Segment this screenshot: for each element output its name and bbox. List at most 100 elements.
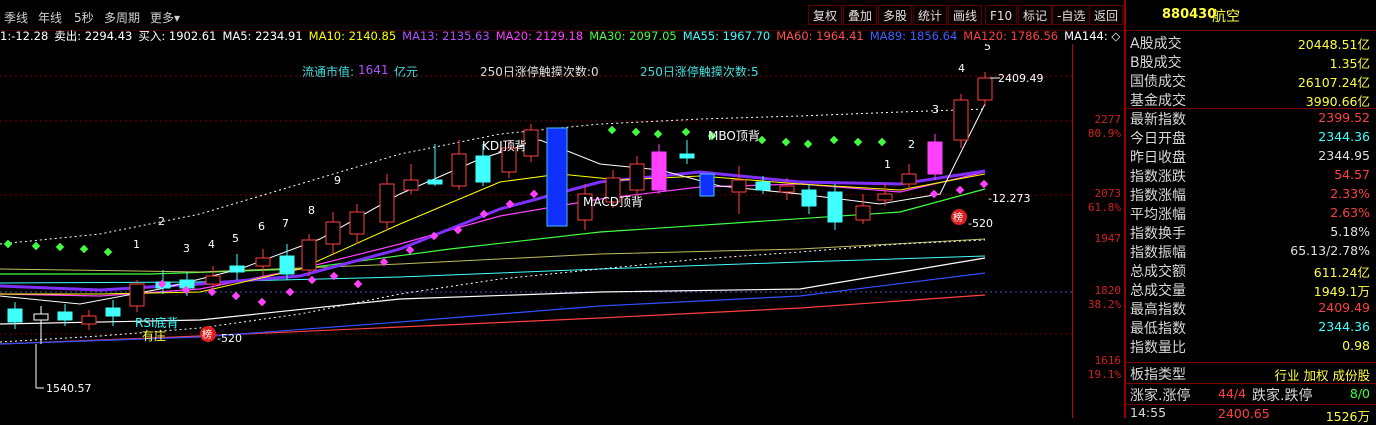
tab-year[interactable]: 年线 — [38, 9, 62, 26]
kline-chart-area[interactable]: 季线 年线 5秒 多周期 更多▾ 复权 叠加 多股 统计 画线 F10 标记 -… — [0, 0, 1124, 418]
stat-value: 2344.36 — [1318, 319, 1370, 334]
candle-body — [349, 211, 365, 235]
sequence-number: 3 — [932, 103, 939, 116]
stat-value: 54.57 — [1334, 167, 1370, 182]
sequence-number: 9 — [334, 174, 341, 187]
statistics-button[interactable]: 统计 — [913, 5, 948, 25]
macd-top-label: MACD顶背 — [583, 195, 643, 209]
back-button[interactable]: 返回 — [1089, 5, 1124, 25]
ma-legend-item: MA120: 1786.56 — [963, 29, 1059, 43]
signal-dot — [877, 137, 887, 147]
stat-label: 最低指数 — [1130, 321, 1186, 337]
adjust-button[interactable]: 复权 — [808, 5, 843, 25]
signal-dot — [653, 129, 663, 139]
sequence-number: 4 — [958, 62, 965, 75]
watchlist-button[interactable]: -自选 — [1052, 5, 1091, 25]
f10-button[interactable]: F10 — [985, 5, 1018, 25]
candle-body — [679, 153, 695, 159]
tab-quarter[interactable]: 季线 — [4, 9, 28, 26]
ma-legend-item: MA13: 2135.63 — [402, 29, 490, 43]
sequence-number: 1 — [884, 158, 891, 171]
stat-label: A股成交 — [1130, 36, 1182, 52]
rank-value-left: -520 — [217, 332, 242, 345]
sequence-number: 2 — [158, 215, 165, 228]
tab-5s[interactable]: 5秒 — [74, 9, 94, 26]
stat-label: 最高指数 — [1130, 302, 1186, 318]
ma-legend-item: 买入: 1902.61 — [138, 29, 217, 43]
signal-dot — [929, 189, 939, 199]
stat-row: 今日开盘 2344.36 — [1128, 128, 1374, 147]
rank-badge-right-text: 榜 — [953, 211, 963, 224]
sequence-number: 8 — [308, 204, 315, 217]
signal-dot — [529, 189, 539, 199]
signal-dot — [829, 135, 839, 145]
signal-dot — [31, 241, 41, 251]
signal-dot — [631, 127, 641, 137]
tick-row: 14:55 2400.65 1526万 — [1128, 405, 1374, 424]
board-type-label: 板指类型 — [1130, 367, 1186, 383]
mbo-top-label: MBO顶背 — [708, 129, 760, 143]
low-value-label: 1540.57 — [46, 382, 92, 395]
sequence-number: 1 — [133, 238, 140, 251]
tab-more[interactable]: 更多▾ — [150, 9, 180, 26]
axis-percent-label: 80.9% — [1087, 127, 1121, 140]
top-toolbar: 季线 年线 5秒 多周期 更多▾ 复权 叠加 多股 统计 画线 F10 标记 -… — [0, 0, 1124, 31]
axis-percent-label: 61.8% — [1087, 201, 1121, 214]
draw-line-button[interactable]: 画线 — [948, 5, 983, 25]
chevron-down-icon: ▾ — [174, 11, 181, 25]
candle-body — [755, 181, 771, 191]
candle-body — [877, 193, 893, 201]
stat-value: 2409.49 — [1318, 300, 1370, 315]
stat-row: 平均涨幅 2.63% — [1128, 204, 1374, 223]
rise-value: 44/4 — [1218, 386, 1247, 401]
stat-value: 2344.36 — [1318, 129, 1370, 144]
tick-price: 2400.65 — [1218, 406, 1270, 421]
candle-body — [205, 275, 221, 285]
stat-label: 指数量比 — [1130, 340, 1186, 356]
multi-stock-button[interactable]: 多股 — [878, 5, 913, 25]
candle-body — [57, 311, 73, 321]
stat-value: 0.98 — [1342, 338, 1370, 353]
candle-body — [379, 183, 395, 223]
axis-price-label: 1616 — [1094, 354, 1122, 367]
rank-value-right: -520 — [968, 217, 993, 230]
high-value-label: 2409.49 — [998, 72, 1044, 85]
ma-legend-item: MA60: 1964.41 — [776, 29, 864, 43]
overlay-button[interactable]: 叠加 — [843, 5, 878, 25]
ma-legend: 1:-12.28 卖出: 2294.43 买入: 1902.61 MA5: 2234.… — [0, 28, 1126, 44]
signal-dot — [781, 137, 791, 147]
candle-body — [801, 189, 817, 207]
rise-label: 涨家.涨停 — [1130, 388, 1191, 404]
stat-row: 指数振幅 65.13/2.78% — [1128, 242, 1374, 261]
mark-button[interactable]: 标记 — [1018, 5, 1053, 25]
candle-body — [629, 163, 645, 191]
signal-dot — [681, 127, 691, 137]
stat-label: 指数换手 — [1130, 226, 1186, 242]
stat-value: 2344.95 — [1318, 148, 1370, 163]
tab-multi-period[interactable]: 多周期 — [104, 9, 140, 26]
ma-legend-item: 1:-12.28 — [0, 29, 49, 43]
axis-percent-label: 38.2% — [1087, 298, 1121, 311]
stat-row: 国债成交 26107.24亿 — [1128, 71, 1374, 90]
rise-fall-row: 涨家.涨停 44/4 跌家.跌停 8/0 — [1128, 385, 1374, 404]
stat-row: 指数涨幅 2.33% — [1128, 185, 1374, 204]
sequence-number: 6 — [258, 220, 265, 233]
candle-body — [651, 151, 667, 191]
stat-label: 指数涨跌 — [1130, 169, 1186, 185]
stat-row: 总成交量 1949.1万 — [1128, 280, 1374, 299]
kline-svg[interactable]: KDJ顶背 MACD顶背 MBO顶背 RSI底背 有庄 榜 -520 榜 -52… — [0, 44, 1072, 418]
signal-dot — [353, 279, 363, 289]
stat-row: 基金成交 3990.66亿 — [1128, 90, 1374, 109]
candle-body — [229, 265, 245, 273]
candle-body — [7, 308, 23, 323]
board-type-value: 行业 加权 成份股 — [1274, 368, 1370, 383]
candle-body — [855, 205, 871, 221]
signal-dot — [307, 275, 317, 285]
stat-row: 最低指数 2344.36 — [1128, 318, 1374, 337]
stat-row: 指数量比 0.98 — [1128, 337, 1374, 356]
side-title-bar: 880430 航空 — [1126, 0, 1376, 31]
stat-label: 指数涨幅 — [1130, 188, 1186, 204]
stat-label: 总成交额 — [1130, 264, 1186, 280]
axis-price-label: 2277 — [1094, 113, 1122, 126]
candle-body — [901, 173, 917, 185]
